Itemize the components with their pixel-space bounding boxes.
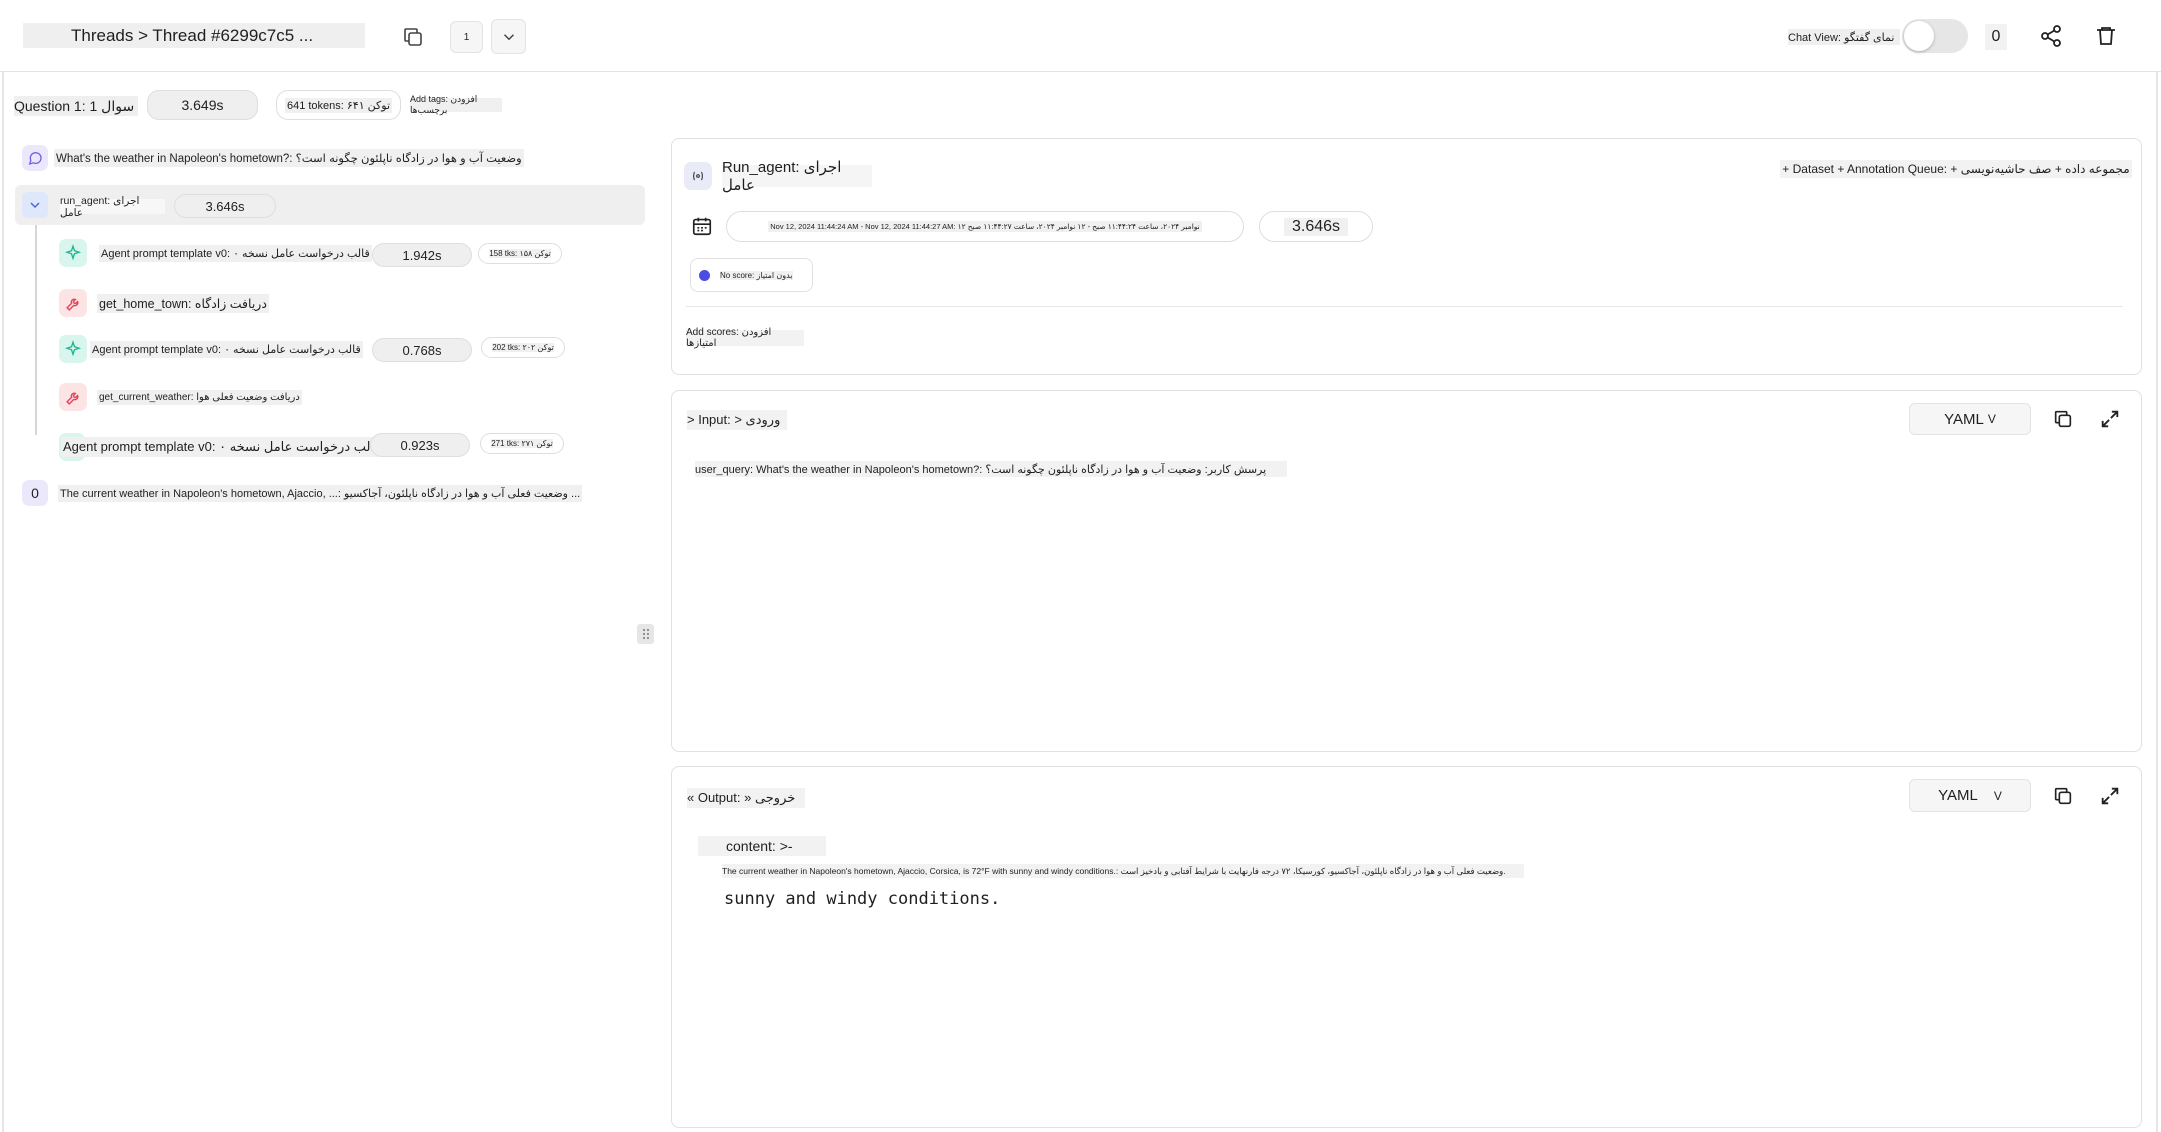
share-icon [2041, 25, 2061, 47]
dataset-annotation-button[interactable]: + Dataset + Annotation Queue: + مجموعه د… [1780, 160, 2132, 178]
output-title[interactable]: « Output: » خروجی [687, 788, 805, 808]
chevron-down-icon: V [1993, 788, 2002, 803]
child-latency: 1.942s [372, 243, 472, 267]
output-panel [671, 766, 2142, 1128]
chevron-down-icon [503, 33, 514, 40]
resize-handle[interactable] [637, 624, 654, 644]
output-content-mono: sunny and windy conditions. [724, 889, 1001, 909]
tool-icon-wrap [59, 383, 87, 411]
tool-icon-wrap [59, 289, 87, 317]
add-tags-button[interactable]: Add tags: افزودن برچسب‌ها [410, 94, 502, 115]
breadcrumb[interactable]: Threads > Thread #6299c7c5 ... [23, 23, 365, 48]
add-scores-button[interactable]: Add scores: افزودن امتیازها [686, 327, 804, 349]
run-panel-divider [686, 306, 2123, 307]
run-title: Run_agent: اجرای عامل [722, 159, 872, 194]
tree-child-llm-2[interactable]: Agent prompt template v0: قالب درخواست ع… [59, 335, 363, 363]
copy-icon [404, 28, 422, 46]
tree-question-row[interactable]: What's the weather in Napoleon's hometow… [22, 145, 524, 171]
tree-child-llm-1[interactable]: Agent prompt template v0: قالب درخواست ع… [59, 239, 372, 267]
tree-child-tool-1[interactable]: get_home_town: دریافت زادگاه [59, 289, 269, 317]
input-panel [671, 390, 2142, 752]
output-index-wrap: 0 [22, 480, 48, 506]
count-badge: 0 [1985, 24, 2007, 50]
llm-icon-wrap [59, 335, 87, 363]
tree-child-llm-3[interactable]: Agent prompt template v0: قالب درخواست ع… [59, 433, 383, 461]
output-content-line: The current weather in Napoleon's hometo… [722, 864, 1524, 878]
time-range: Nov 12, 2024 11:44:24 AM - Nov 12, 2024 … [726, 211, 1244, 242]
run-agent-label: run_agent: اجرای عامل [60, 195, 165, 219]
run-icon [684, 162, 712, 190]
calendar-icon-wrap [688, 212, 716, 240]
child-tokens: 158 tks: توکن ۱۵۸ [478, 243, 562, 264]
tree-answer-row[interactable]: 0 The current weather in Napoleon's home… [22, 480, 583, 506]
right-edge-divider [2156, 72, 2158, 1132]
chevron-down-icon [30, 202, 40, 209]
question-latency: 3.649s [147, 90, 258, 120]
toggle-knob [1904, 21, 1934, 51]
copy-icon [2054, 410, 2072, 428]
breadcrumb-text: Threads > Thread #6299c7c5 ... [71, 25, 314, 45]
score-dot [699, 269, 710, 281]
page-dropdown-button[interactable] [491, 19, 526, 54]
tree-child-tool-2[interactable]: get_current_weather: دریافت وضعیت فعلی ه… [59, 383, 302, 411]
output-expand-button[interactable] [2096, 782, 2124, 810]
sparkle-icon [64, 340, 82, 357]
chevron-down-icon: V [1987, 412, 1996, 426]
message-icon [28, 152, 42, 166]
chat-view-toggle[interactable] [1902, 19, 1968, 53]
child-tokens: 271 tks: توکن ۲۷۱ [480, 433, 564, 454]
output-content-key: content: >- [698, 836, 826, 856]
output-format-select[interactable]: YAML V [1909, 779, 2031, 812]
llm-icon-wrap [59, 239, 87, 267]
delete-button[interactable] [2090, 20, 2122, 52]
child-label: Agent prompt template v0: قالب درخواست ع… [99, 244, 372, 262]
trash-icon [2097, 27, 2115, 45]
chain-icon [693, 171, 703, 181]
copy-thread-button[interactable] [398, 22, 428, 52]
input-content: user_query: What's the weather in Napole… [695, 461, 1287, 477]
run-agent-latency: 3.646s [174, 194, 276, 218]
output-copy-button[interactable] [2049, 782, 2077, 810]
input-expand-button[interactable] [2096, 405, 2124, 433]
question-label: Question 1: سوال 1 [14, 96, 138, 116]
share-button[interactable] [2035, 20, 2067, 52]
expand-icon [2101, 410, 2119, 428]
child-label: get_current_weather: دریافت وضعیت فعلی ه… [97, 389, 302, 405]
input-title[interactable]: > Input: > ورودی [687, 410, 787, 430]
run-latency: 3.646s [1259, 211, 1373, 242]
question-tokens: 641 tokens: توکن ۶۴۱ [276, 90, 401, 120]
score-tag[interactable]: No score: بدون امتیاز [690, 258, 813, 292]
wrench-icon [65, 298, 78, 311]
input-format-select[interactable]: YAML V [1909, 403, 2031, 435]
child-label: get_home_town: دریافت زادگاه [97, 293, 269, 313]
child-latency: 0.923s [370, 433, 470, 457]
copy-icon [2054, 787, 2072, 805]
child-tokens: 202 tks: توکن ۲۰۲ [481, 337, 565, 358]
child-label: Agent prompt template v0: قالب درخواست ع… [61, 437, 383, 457]
tree-connector [35, 225, 37, 435]
chat-view-label: Chat View: نمای گفتگو [1788, 29, 1900, 45]
left-edge-divider [2, 72, 4, 1132]
answer-text: The current weather in Napoleon's hometo… [58, 484, 583, 502]
page-indicator[interactable]: 1 [450, 21, 483, 53]
child-latency: 0.768s [372, 338, 472, 362]
question-text: What's the weather in Napoleon's hometow… [54, 149, 524, 167]
message-icon-wrap [22, 145, 48, 171]
input-copy-button[interactable] [2049, 405, 2077, 433]
expand-icon [2101, 787, 2119, 805]
calendar-icon [692, 217, 712, 236]
sparkle-icon [64, 244, 82, 261]
child-label: Agent prompt template v0: قالب درخواست ع… [90, 340, 363, 358]
grip-icon [642, 629, 649, 639]
wrench-icon [65, 392, 78, 405]
run-agent-chevron[interactable] [22, 192, 48, 218]
